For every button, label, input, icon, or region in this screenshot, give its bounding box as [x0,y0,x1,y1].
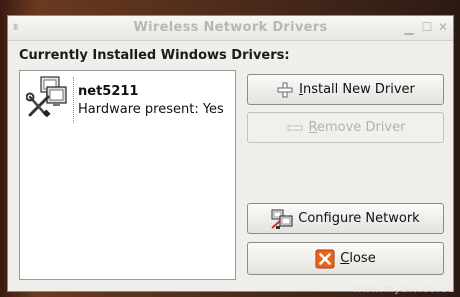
install-new-driver-button[interactable]: Install New Driver [247,74,444,105]
minimize-icon[interactable]: ▁ [403,22,415,34]
close-button[interactable]: Close [247,242,444,275]
title-bar[interactable]: ⩩ Wireless Network Drivers ▁ ☐ ✕ [8,16,453,41]
driver-status: Hardware present: Yes [78,102,224,117]
network-config-icon [271,209,293,229]
plus-icon [277,82,293,97]
driver-list[interactable]: net5211 Hardware present: Yes [19,70,236,280]
minus-icon [287,125,303,130]
configure-button-label: Configure Network [298,211,420,226]
install-button-label: Install New Driver [299,82,415,97]
configure-network-button[interactable]: Configure Network [247,203,444,234]
watermark-text: www.mydiv.co.uu [352,284,455,295]
window-title: Wireless Network Drivers [133,20,328,35]
divider [73,77,74,123]
driver-tools-icon [26,76,67,118]
remove-driver-button[interactable]: Remove Driver [247,112,444,143]
maximize-icon[interactable]: ☐ [421,21,433,33]
driver-name: net5211 [78,84,139,99]
installed-drivers-heading: Currently Installed Windows Drivers: [19,48,290,63]
close-button-label: Close [340,251,376,266]
remove-button-label: Remove Driver [308,120,406,135]
driver-dialog-window: ⩩ Wireless Network Drivers ▁ ☐ ✕ Current… [7,15,454,292]
close-icon [315,249,335,268]
close-window-icon[interactable]: ✕ [437,21,449,33]
